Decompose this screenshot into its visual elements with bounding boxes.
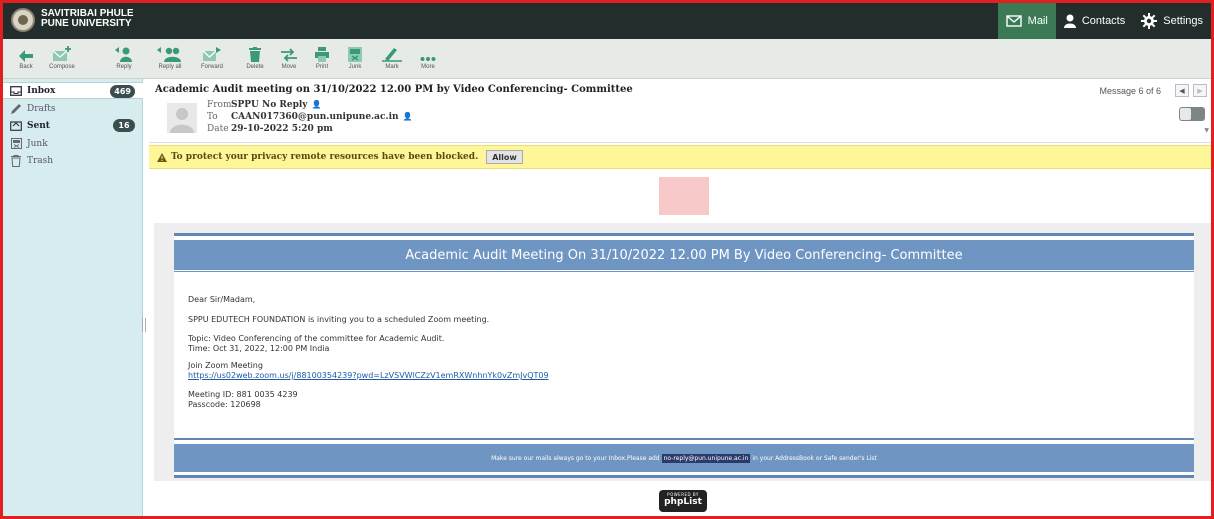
- nav-settings[interactable]: Settings: [1133, 3, 1211, 39]
- email-time: Time: Oct 31, 2022, 12:00 PM India: [188, 344, 330, 353]
- message-body: Academic Audit Meeting On 31/10/2022 12.…: [149, 169, 1211, 516]
- add-contact-icon[interactable]: 👤: [403, 111, 413, 123]
- nav-contacts[interactable]: Contacts: [1056, 3, 1133, 39]
- email-card: Academic Audit Meeting On 31/10/2022 12.…: [174, 233, 1194, 478]
- message-header: Academic Audit meeting on 31/10/2022 12.…: [149, 81, 1211, 143]
- folder-trash[interactable]: Trash: [3, 152, 143, 169]
- phplist-logo-text: phpList: [664, 497, 702, 507]
- email-footer-band: Make sure our mails always go to your In…: [174, 444, 1194, 472]
- email-invite-text: SPPU EDUTECH FOUNDATION is inviting you …: [188, 315, 490, 324]
- date-value: 29-10-2022 5:20 pm: [231, 124, 333, 134]
- blocked-image-placeholder: [659, 177, 709, 215]
- email-greeting: Dear Sir/Madam,: [188, 295, 256, 304]
- phplist-badge[interactable]: POWERED BY phpList: [659, 490, 707, 512]
- top-nav: Mail Contacts Settings: [997, 3, 1211, 39]
- mark-pen-icon: [382, 48, 402, 62]
- header-fields: From SPPU No Reply 👤 To CAAN017360@pun.unip…: [207, 99, 413, 135]
- back-arrow-icon: [19, 50, 33, 62]
- chevron-left-icon: ◀: [1179, 86, 1185, 95]
- sent-icon: [10, 121, 22, 131]
- to-value[interactable]: CAAN017360@pun.unipune.ac.in: [231, 111, 399, 123]
- person-icon: [1063, 14, 1076, 28]
- inbox-count-badge: 469: [110, 85, 135, 98]
- divider-banner: [174, 271, 1194, 272]
- compose-icon: [52, 46, 71, 61]
- folder-drafts-label: Drafts: [27, 103, 56, 114]
- junk-button[interactable]: Junk: [334, 42, 376, 76]
- divider-footer: [174, 438, 1194, 440]
- message-subject: Academic Audit meeting on 31/10/2022 12.…: [155, 84, 633, 95]
- university-logo-icon: [11, 8, 35, 32]
- divider-top: [174, 233, 1194, 236]
- chevron-right-icon: ▶: [1197, 86, 1203, 95]
- trash-icon: [249, 47, 261, 62]
- meeting-id: Meeting ID: 881 0035 4239: [188, 390, 298, 399]
- folder-junk[interactable]: Junk: [3, 135, 143, 152]
- email-outer-container: Academic Audit Meeting On 31/10/2022 12.…: [154, 223, 1211, 481]
- meeting-passcode: Passcode: 120698: [188, 400, 261, 409]
- add-contact-icon[interactable]: 👤: [312, 99, 322, 111]
- email-topic: Topic: Video Conferencing of the committ…: [188, 334, 445, 343]
- forward-icon: [202, 47, 221, 61]
- nav-mail-label: Mail: [1027, 15, 1048, 27]
- zoom-meeting-link[interactable]: https://us02web.zoom.us/j/88100354239?pw…: [188, 371, 549, 381]
- footer-email-address[interactable]: no-reply@pun.unipune.ac.in: [661, 453, 751, 463]
- folder-drafts[interactable]: Drafts: [3, 100, 143, 117]
- next-message-button[interactable]: ▶: [1193, 84, 1207, 97]
- more-button[interactable]: More: [407, 42, 449, 76]
- forward-button[interactable]: Forward: [191, 42, 233, 76]
- folder-inbox[interactable]: Inbox 469: [3, 82, 143, 99]
- warning-text: To protect your privacy remote resources…: [171, 152, 479, 162]
- remote-resources-warning: To protect your privacy remote resources…: [149, 145, 1211, 169]
- pane-splitter-handle[interactable]: [142, 318, 146, 332]
- compose-button[interactable]: Compose: [41, 42, 83, 76]
- to-label: To: [207, 112, 218, 122]
- allow-button[interactable]: Allow: [486, 150, 523, 164]
- printer-icon: [315, 47, 329, 62]
- reply-all-button[interactable]: Reply all: [149, 42, 191, 76]
- mail-toolbar: Back Compose Reply Reply all Forward Del…: [3, 39, 1211, 79]
- junk-icon: [348, 47, 362, 62]
- person-placeholder-icon: [170, 108, 194, 133]
- footer-text-post: in your AddressBook or Safe sender's Lis…: [752, 454, 877, 462]
- reply-button[interactable]: Reply: [103, 42, 145, 76]
- scroll-down-icon[interactable]: ▼: [1204, 127, 1209, 134]
- folder-trash-label: Trash: [27, 155, 54, 166]
- junk-folder-icon: [10, 138, 22, 149]
- app-frame: SAVITRIBAI PHULE PUNE UNIVERSITY Mail Co…: [0, 0, 1214, 519]
- reply-icon: [115, 47, 132, 62]
- more-dots-icon: [420, 57, 436, 61]
- date-label: Date: [207, 124, 229, 134]
- email-banner-title: Academic Audit Meeting On 31/10/2022 12.…: [174, 240, 1194, 270]
- inbox-icon: [10, 85, 22, 96]
- message-counter: Message 6 of 6: [1099, 86, 1161, 96]
- folder-junk-label: Junk: [27, 138, 48, 149]
- headers-toggle[interactable]: [1179, 107, 1205, 121]
- reply-all-icon: [157, 47, 181, 62]
- warning-icon: [157, 152, 167, 162]
- divider-bottom: [174, 475, 1194, 478]
- trash-folder-icon: [11, 154, 21, 167]
- pencil-icon: [11, 103, 21, 114]
- nav-settings-label: Settings: [1163, 15, 1203, 27]
- top-header: SAVITRIBAI PHULE PUNE UNIVERSITY Mail Co…: [3, 3, 1211, 39]
- folder-list: Inbox 469 Drafts Sent 16 Junk Trash: [3, 79, 143, 516]
- join-zoom-label: Join Zoom Meeting: [188, 361, 263, 370]
- from-value[interactable]: SPPU No Reply: [231, 99, 308, 111]
- nav-contacts-label: Contacts: [1081, 15, 1126, 27]
- gear-icon: [1141, 13, 1158, 29]
- sent-count-badge: 16: [113, 119, 135, 132]
- university-name: SAVITRIBAI PHULE PUNE UNIVERSITY: [41, 8, 134, 29]
- folder-sent[interactable]: Sent 16: [3, 117, 143, 134]
- sender-avatar: [167, 103, 197, 133]
- footer-text-pre: Make sure our mails always go to your In…: [491, 454, 660, 462]
- nav-mail[interactable]: Mail: [997, 3, 1056, 39]
- move-arrows-icon: [281, 48, 297, 62]
- previous-message-button[interactable]: ◀: [1175, 84, 1189, 97]
- mail-icon: [1005, 15, 1022, 27]
- from-label: From: [207, 100, 232, 110]
